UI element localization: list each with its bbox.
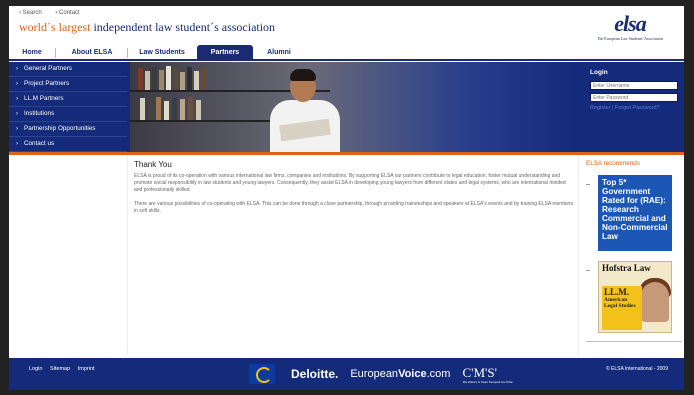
main-nav: Home About ELSA Law Students Partners Al… xyxy=(9,45,684,61)
llm-subtitle: American Legal Studies xyxy=(604,297,636,309)
forgot-password-link[interactable]: Forgot Password? xyxy=(615,105,660,111)
tab-divider xyxy=(55,48,56,58)
column-divider xyxy=(127,155,128,355)
chevron-right-icon: › xyxy=(16,81,18,87)
footer: Login Sitemap Imprint Deloitte. European… xyxy=(9,358,684,390)
register-link[interactable]: Register xyxy=(590,105,610,111)
login-title: Login xyxy=(590,69,608,76)
page: › Search › Contact world´s largest indep… xyxy=(9,6,684,390)
european-voice-logo[interactable]: EuropeanVoice.com xyxy=(350,368,450,380)
copyright: © ELSA International - 2009 xyxy=(605,366,668,372)
accent-divider xyxy=(9,152,684,155)
ad-banner-hofstra[interactable]: Hofstra Law LL.M. American Legal Studies xyxy=(598,261,672,333)
tab-home[interactable]: Home xyxy=(15,45,49,61)
sidebar-item-institutions[interactable]: › Institutions xyxy=(9,107,127,122)
footer-login-link[interactable]: Login xyxy=(29,366,42,372)
sidebar-item-llm-partners[interactable]: › LL.M Partners xyxy=(9,92,127,107)
footer-links: Login Sitemap Imprint xyxy=(29,366,101,372)
password-input[interactable] xyxy=(590,93,678,102)
logo-word: elsa xyxy=(614,11,646,36)
recommends-panel: ELSA recommends – Top 5* Government Rate… xyxy=(586,160,682,342)
header-band: › General Partners › Project Partners › LL.… xyxy=(9,62,684,152)
cms-logo[interactable]: C'M'S' The alliance of major European law… xyxy=(462,365,512,384)
intro-paragraph: ELSA is proud of its co-operation with v… xyxy=(134,173,566,193)
chevron-right-icon: › xyxy=(16,126,18,132)
chevron-right-icon: › xyxy=(16,141,18,147)
council-of-europe-logo[interactable] xyxy=(249,364,275,384)
elsa-logo[interactable]: elsa The European Law Students' Associat… xyxy=(584,11,676,42)
tab-about-elsa[interactable]: About ELSA xyxy=(61,45,123,61)
model-photo xyxy=(641,282,669,322)
cooperation-paragraph: There are various possibilities of co-op… xyxy=(134,201,574,214)
sidebar-item-contact-us[interactable]: › Contact us xyxy=(9,137,127,152)
footer-sitemap-link[interactable]: Sitemap xyxy=(50,366,70,372)
tagline: world´s largest independent law student´… xyxy=(19,20,276,34)
chevron-right-icon: › xyxy=(16,96,18,102)
sidebar-item-project-partners[interactable]: › Project Partners xyxy=(9,77,127,92)
login-links: Register | Forgot Password? xyxy=(590,105,660,111)
top-links: › Search › Contact xyxy=(19,10,92,16)
search-link[interactable]: › Search xyxy=(19,10,48,16)
chevron-right-icon: › xyxy=(16,111,18,117)
llm-label: LL.M. xyxy=(604,287,630,297)
footer-imprint-link[interactable]: Imprint xyxy=(78,366,95,372)
sidebar-item-partnership-opportunities[interactable]: › Partnership Opportunities xyxy=(9,122,127,137)
hofstra-title: Hofstra Law xyxy=(602,263,651,273)
sidebar-item-general-partners[interactable]: › General Partners xyxy=(9,62,127,77)
tab-law-students[interactable]: Law Students xyxy=(131,45,193,61)
chevron-right-icon: › xyxy=(16,66,18,72)
tab-alumni[interactable]: Alumni xyxy=(257,45,301,61)
deloitte-logo[interactable]: Deloitte. xyxy=(291,367,338,381)
recommends-title: ELSA recommends xyxy=(586,160,640,167)
tab-partners[interactable]: Partners xyxy=(197,45,253,61)
tab-divider xyxy=(127,48,128,58)
page-title: Thank You xyxy=(134,160,172,169)
main-content: Thank You ELSA is proud of its co-operat… xyxy=(134,160,574,222)
contact-link[interactable]: › Contact xyxy=(55,10,85,16)
hero-image xyxy=(130,62,574,152)
ad-banner-rae[interactable]: Top 5* Government Rated for (RAE): Resea… xyxy=(598,175,672,251)
column-divider xyxy=(578,155,579,355)
sponsor-logos: Deloitte. EuropeanVoice.com C'M'S' The al… xyxy=(249,362,513,386)
logo-subtitle: The European Law Students' Association xyxy=(597,36,663,41)
sidebar-nav: › General Partners › Project Partners › LL.… xyxy=(9,62,127,152)
username-input[interactable] xyxy=(590,81,678,90)
login-panel: Login Register | Forgot Password? xyxy=(584,62,684,152)
